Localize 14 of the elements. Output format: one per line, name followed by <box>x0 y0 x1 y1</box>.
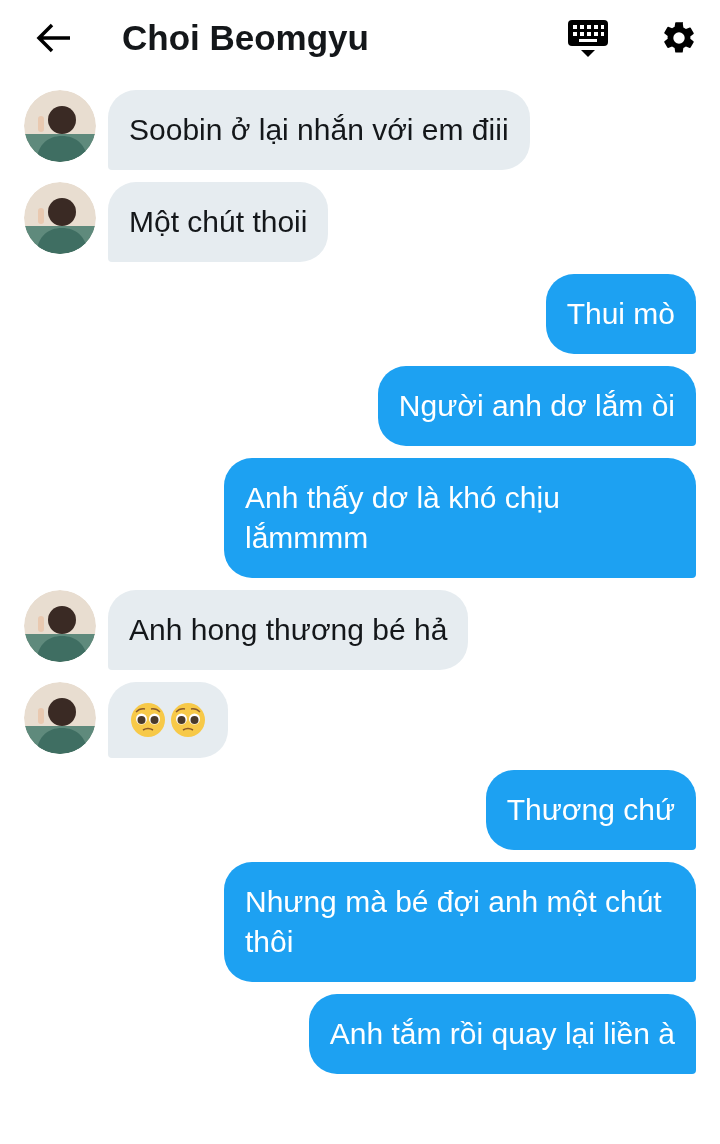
contact-name: Choi Beomgyu <box>122 16 369 59</box>
message-bubble: Nhưng mà bé đợi anh một chút thôi <box>224 862 696 982</box>
pleading-face-icon <box>170 702 206 738</box>
message-bubble: Anh tắm rồi quay lại liền à <box>308 994 696 1074</box>
message-bubble: Soobin ở lại nhắn với em điii <box>108 90 530 170</box>
pleading-face-icon <box>130 702 166 738</box>
back-arrow-icon[interactable] <box>36 23 72 53</box>
message-bubble: Người anh dơ lắm òi <box>377 366 696 446</box>
keyboard-icon[interactable] <box>568 18 608 58</box>
message-bubble: Một chút thoii <box>108 182 329 262</box>
message-bubble: Anh thấy dơ là khó chịu lắmmmm <box>224 458 696 578</box>
message-bubble: Anh hong thương bé hả <box>108 590 469 670</box>
message-bubble: Thui mò <box>545 274 696 354</box>
message-bubble: Thương chứ <box>485 770 696 850</box>
